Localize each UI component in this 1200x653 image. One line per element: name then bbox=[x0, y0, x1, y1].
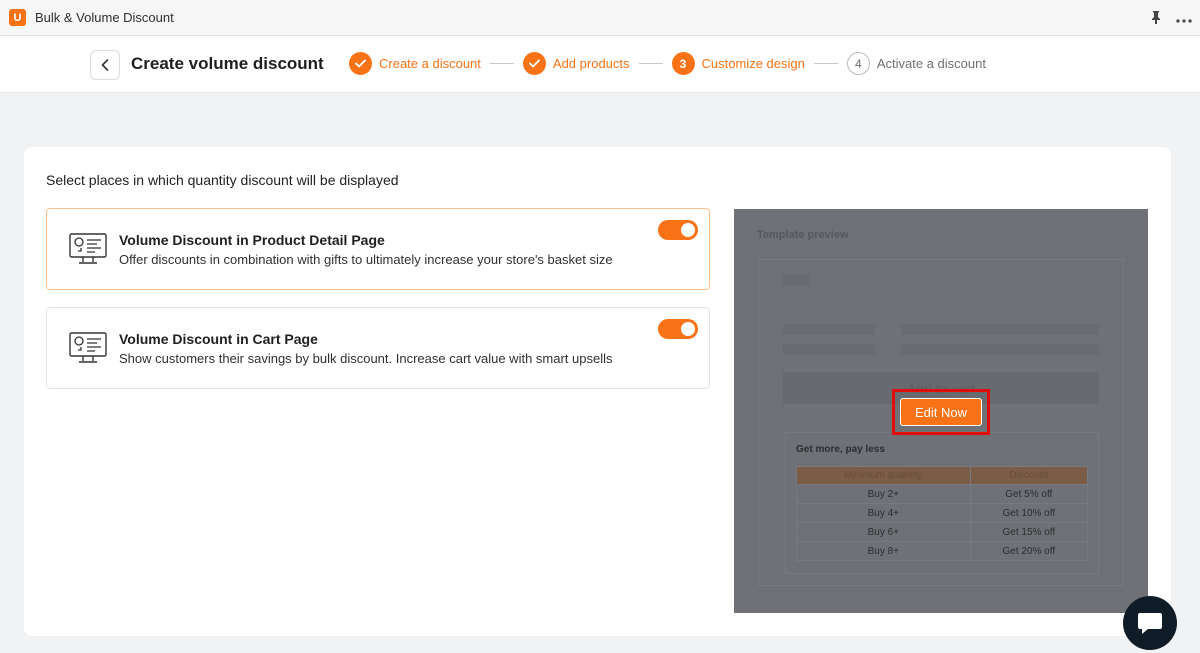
step-customize-design[interactable]: 3 Customize design bbox=[671, 52, 805, 75]
option-cart-page[interactable]: Volume Discount in Cart Page Show custom… bbox=[46, 307, 710, 389]
table-row: Buy 6+ Get 15% off bbox=[796, 522, 1089, 542]
table-cell: Get 5% off bbox=[969, 484, 1089, 504]
step-connector bbox=[813, 63, 838, 64]
option-product-detail-page[interactable]: Volume Discount in Product Detail Page O… bbox=[46, 208, 710, 290]
page-title: Create volume discount bbox=[131, 54, 324, 73]
skeleton-bar bbox=[783, 274, 809, 285]
back-button[interactable] bbox=[90, 50, 120, 80]
table-row: Buy 2+ Get 5% off bbox=[796, 484, 1089, 504]
option-description: Offer discounts in combination with gift… bbox=[119, 252, 613, 267]
step-label: Activate a discount bbox=[876, 56, 986, 71]
option-title: Volume Discount in Product Detail Page bbox=[119, 232, 385, 248]
table-cell: Buy 2+ bbox=[796, 484, 971, 504]
table-cell: Buy 4+ bbox=[796, 503, 971, 523]
app-title: Bulk & Volume Discount bbox=[35, 10, 174, 25]
discount-table: Minimum quantity Discount Buy 2+ Get 5% … bbox=[796, 466, 1089, 561]
skeleton-bar bbox=[783, 344, 875, 355]
table-cell: Get 15% off bbox=[969, 522, 1089, 542]
preview-table-title: Get more, pay less bbox=[796, 444, 885, 455]
check-icon bbox=[522, 52, 546, 75]
step-connector bbox=[489, 63, 514, 64]
step-label: Create a discount bbox=[379, 56, 481, 71]
monitor-settings-icon bbox=[69, 332, 107, 363]
edit-now-highlight: Edit Now bbox=[892, 389, 990, 435]
page-header: Create volume discount Create a discount… bbox=[0, 36, 1200, 93]
table-row: Buy 4+ Get 10% off bbox=[796, 503, 1089, 523]
step-connector bbox=[638, 63, 663, 64]
placement-card: Select places in which quantity discount… bbox=[24, 147, 1171, 636]
step-number: 3 bbox=[671, 52, 695, 75]
table-cell: Buy 6+ bbox=[796, 522, 971, 542]
step-label: Add products bbox=[552, 56, 630, 71]
app-logo: U bbox=[9, 9, 26, 26]
option-description: Show customers their savings by bulk dis… bbox=[119, 351, 613, 366]
option-title: Volume Discount in Cart Page bbox=[119, 331, 318, 347]
app-bar-actions bbox=[1150, 0, 1192, 36]
skeleton-bar bbox=[901, 344, 1099, 355]
step-add-products[interactable]: Add products bbox=[522, 52, 630, 75]
step-label: Customize design bbox=[701, 56, 805, 71]
check-icon bbox=[349, 52, 372, 75]
step-create-discount[interactable]: Create a discount bbox=[349, 52, 481, 75]
table-cell: Get 20% off bbox=[969, 541, 1089, 561]
chevron-left-icon bbox=[101, 59, 109, 71]
step-activate-discount[interactable]: 4 Activate a discount bbox=[846, 52, 986, 75]
template-preview: Template preview Add to cart Get more, p… bbox=[734, 209, 1148, 613]
column-header: Minimum quantity bbox=[796, 466, 971, 485]
skeleton-bar bbox=[901, 324, 1099, 335]
table-row: Buy 8+ Get 20% off bbox=[796, 541, 1089, 561]
skeleton-bar bbox=[783, 324, 875, 335]
table-cell: Buy 8+ bbox=[796, 541, 971, 561]
pin-icon[interactable] bbox=[1150, 10, 1162, 27]
monitor-settings-icon bbox=[69, 233, 107, 264]
table-cell: Get 10% off bbox=[969, 503, 1089, 523]
toggle-cart-page[interactable] bbox=[658, 319, 698, 339]
app-bar: U Bulk & Volume Discount bbox=[0, 0, 1200, 36]
preview-label: Template preview bbox=[757, 229, 849, 241]
section-heading: Select places in which quantity discount… bbox=[46, 172, 399, 188]
more-icon[interactable] bbox=[1176, 10, 1192, 26]
chat-button[interactable] bbox=[1123, 596, 1177, 650]
step-number: 4 bbox=[846, 52, 870, 75]
chat-bubble-icon bbox=[1138, 613, 1162, 634]
preview-discount-table: Get more, pay less Minimum quantity Disc… bbox=[785, 432, 1099, 574]
toggle-product-detail-page[interactable] bbox=[658, 220, 698, 240]
stepper: Create a discount Add products 3 Customi… bbox=[349, 52, 986, 75]
edit-now-button[interactable]: Edit Now bbox=[900, 398, 982, 426]
column-header: Discount bbox=[969, 466, 1089, 485]
